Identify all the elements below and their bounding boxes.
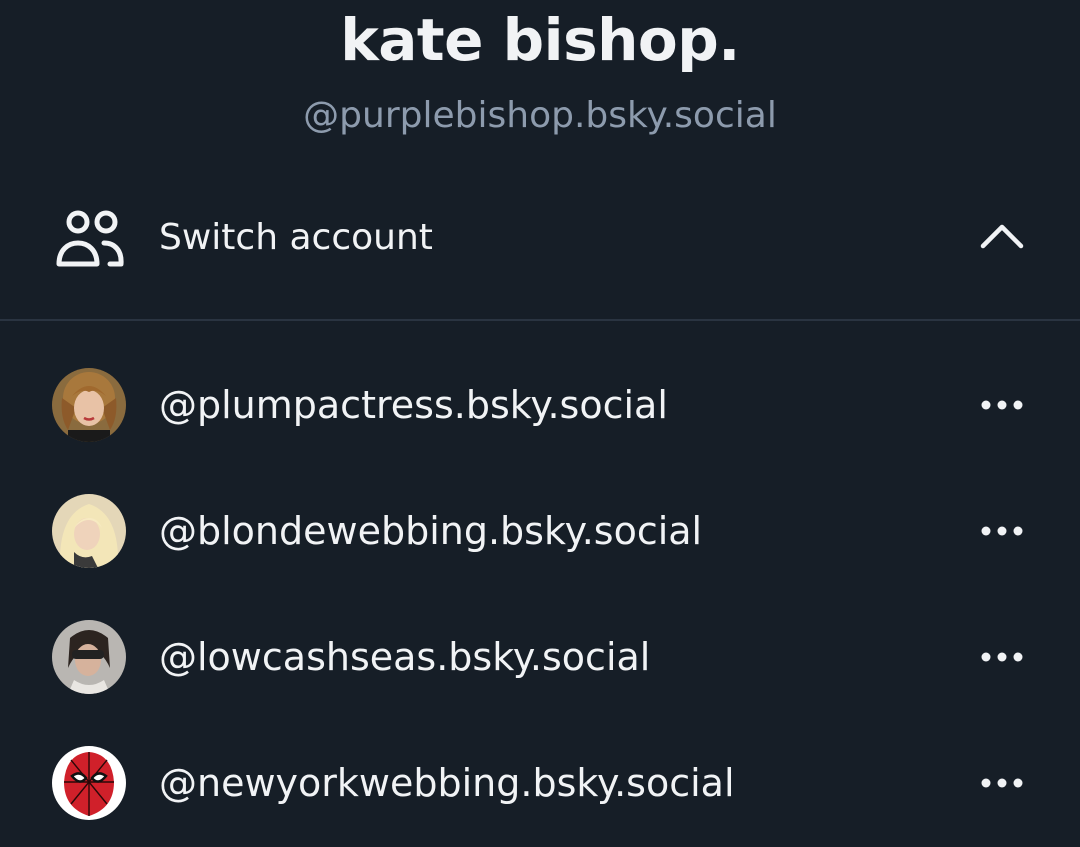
account-handle: @newyorkwebbing.bsky.social (159, 761, 735, 805)
account-switcher-panel: kate bishop. @purplebishop.bsky.social S… (0, 0, 1080, 847)
more-horizontal-icon[interactable] (970, 381, 1034, 429)
account-row[interactable]: @blondewebbing.bsky.social (0, 481, 1080, 581)
account-handle: @lowcashseas.bsky.social (159, 635, 651, 679)
account-avatar (52, 368, 126, 442)
account-row[interactable]: @plumpactress.bsky.social (0, 355, 1080, 455)
section-divider (0, 319, 1080, 321)
profile-handle: @purplebishop.bsky.social (303, 95, 777, 136)
account-avatar (52, 494, 126, 568)
chevron-up-icon (980, 224, 1024, 249)
more-horizontal-icon[interactable] (970, 633, 1034, 681)
switch-account-toggle[interactable]: Switch account (0, 188, 1080, 288)
account-avatar (52, 746, 126, 820)
account-row[interactable]: @lowcashseas.bsky.social (0, 607, 1080, 707)
account-handle: @blondewebbing.bsky.social (159, 509, 703, 553)
profile-display-name: kate bishop. (340, 6, 740, 74)
users-icon (56, 210, 124, 267)
account-avatar (52, 620, 126, 694)
account-handle: @plumpactress.bsky.social (159, 383, 668, 427)
more-horizontal-icon[interactable] (970, 759, 1034, 807)
more-horizontal-icon[interactable] (970, 507, 1034, 555)
account-row[interactable]: @newyorkwebbing.bsky.social (0, 733, 1080, 833)
switch-account-label: Switch account (159, 217, 433, 258)
